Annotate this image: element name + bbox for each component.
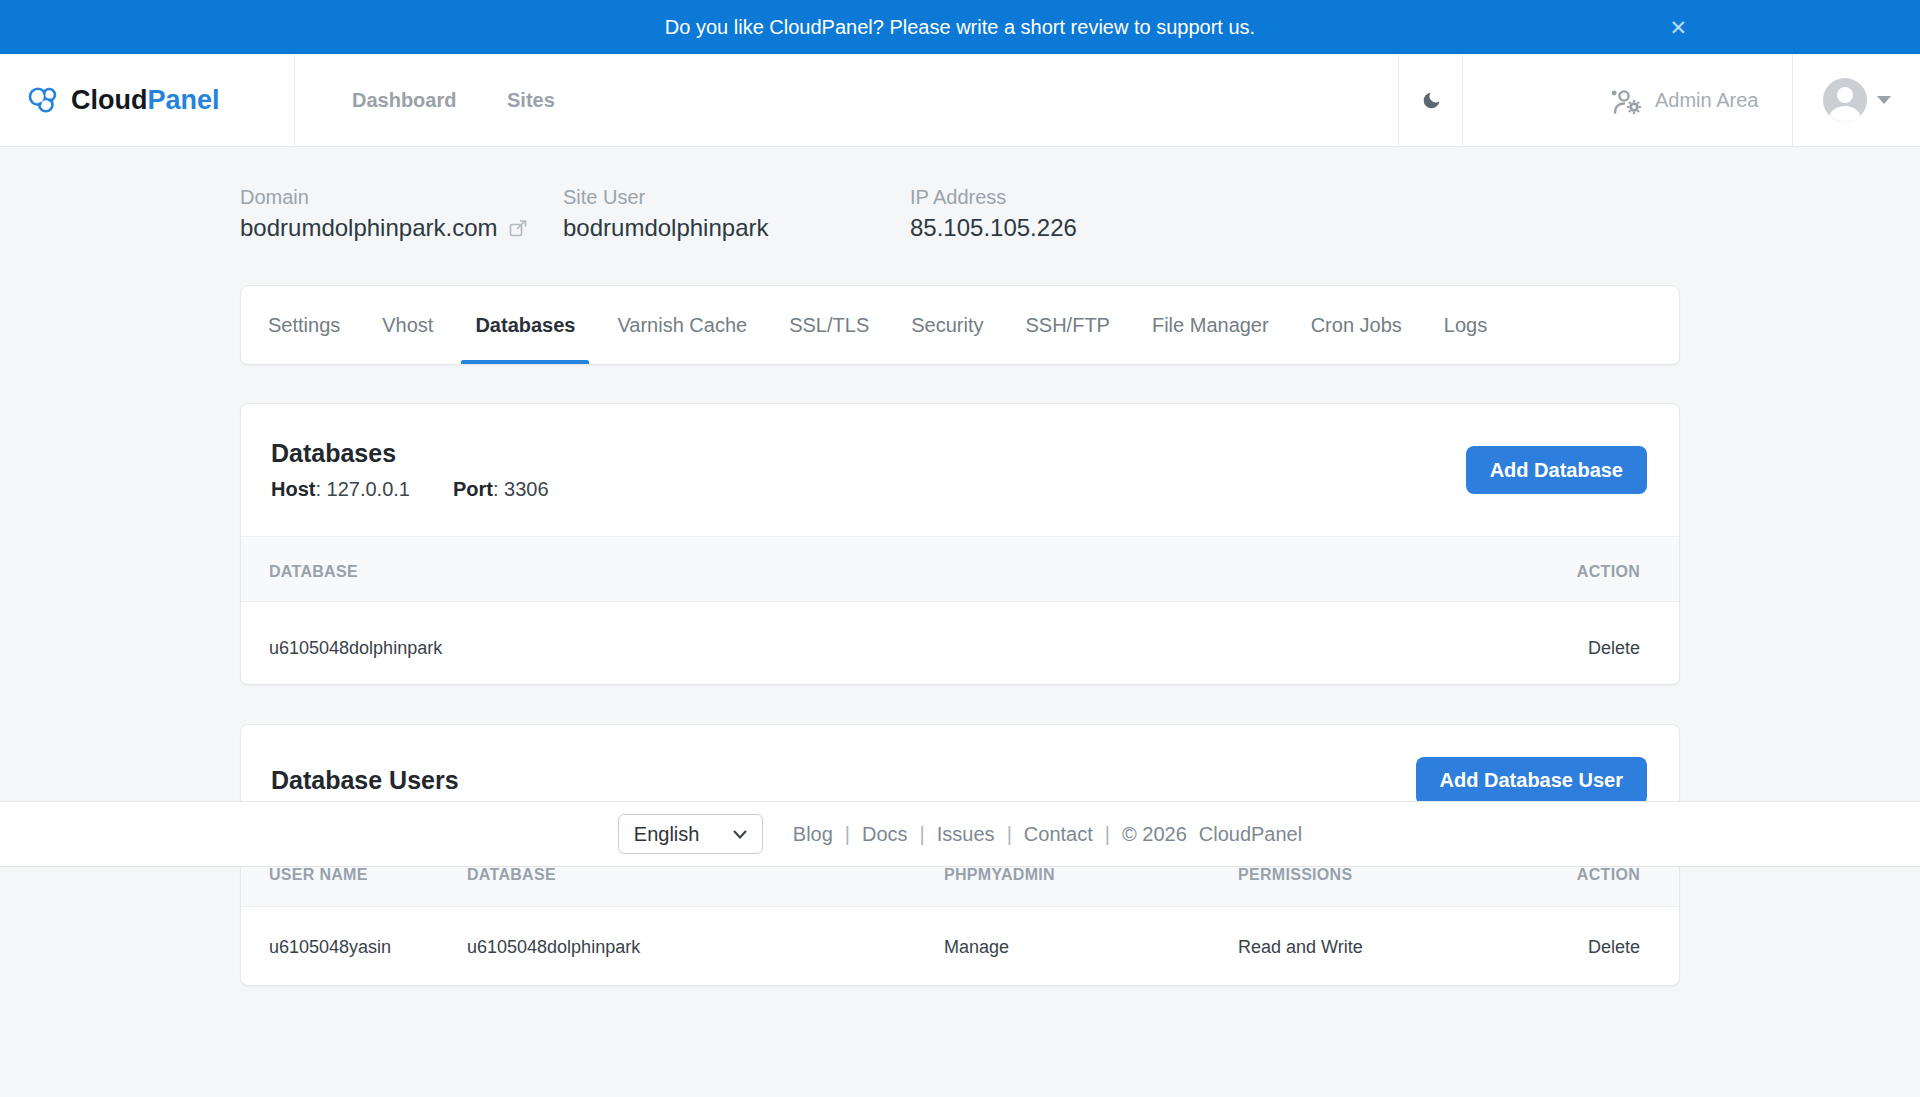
tab-vhost[interactable]: Vhost	[368, 286, 447, 364]
col-permissions: PERMISSIONS	[1238, 866, 1577, 884]
header-divider	[1792, 54, 1793, 146]
database-name: u6105048dolphinpark	[269, 638, 1588, 659]
delete-database-user-link[interactable]: Delete	[1588, 937, 1640, 958]
col-phpmyadmin: PHPMYADMIN	[944, 866, 1238, 884]
add-database-button[interactable]: Add Database	[1466, 446, 1647, 494]
site-user-label: Site User	[563, 185, 910, 209]
footer-link-docs[interactable]: Docs	[862, 823, 908, 846]
header-divider	[294, 54, 295, 146]
col-user-name: USER NAME	[269, 866, 467, 884]
tab-logs[interactable]: Logs	[1430, 286, 1501, 364]
top-header: CloudPanel Dashboard Sites Admin Area	[0, 54, 1920, 147]
delete-database-link[interactable]: Delete	[1588, 638, 1640, 659]
site-info: Domain bodrumdolphinpark.com Site User b…	[240, 185, 1680, 242]
tab-ssh-ftp[interactable]: SSH/FTP	[1011, 286, 1123, 364]
user-name: u6105048yasin	[269, 937, 467, 958]
tab-file-manager[interactable]: File Manager	[1138, 286, 1283, 364]
page-footer: English Blog | Docs | Issues | Contact | © 2…	[0, 801, 1920, 867]
domain-label: Domain	[240, 185, 563, 209]
databases-card: Databases Host: 127.0.0.1Port: 3306 Add …	[240, 403, 1680, 685]
databases-table-header: DATABASE ACTION	[241, 537, 1679, 602]
cloudpanel-logo[interactable]: CloudPanel	[27, 54, 220, 146]
chevron-down-icon	[1877, 96, 1891, 104]
footer-link-blog[interactable]: Blog	[793, 823, 833, 846]
tab-ssl-tls[interactable]: SSL/TLS	[775, 286, 883, 364]
chevron-down-icon	[733, 830, 747, 839]
col-action: ACTION	[1577, 866, 1640, 884]
user-menu[interactable]	[1823, 54, 1891, 146]
separator: |	[1105, 823, 1110, 846]
external-link-icon[interactable]	[509, 219, 527, 237]
user-permissions: Read and Write	[1238, 937, 1588, 958]
phpmyadmin-manage-link[interactable]: Manage	[944, 937, 1238, 958]
footer-link-contact[interactable]: Contact	[1024, 823, 1093, 846]
database-users-title: Database Users	[271, 766, 459, 795]
review-banner-message: Do you like CloudPanel? Please write a s…	[665, 16, 1255, 39]
tab-security[interactable]: Security	[897, 286, 997, 364]
review-banner: Do you like CloudPanel? Please write a s…	[0, 0, 1920, 54]
admin-area-button[interactable]: Admin Area	[1610, 54, 1758, 146]
footer-brand[interactable]: CloudPanel	[1199, 823, 1302, 846]
moon-icon	[1421, 90, 1442, 111]
brand-name: CloudPanel	[71, 85, 220, 116]
footer-links: Blog | Docs | Issues | Contact | © 2026 Clou…	[793, 823, 1302, 846]
header-divider	[1398, 54, 1399, 146]
tab-cron-jobs[interactable]: Cron Jobs	[1297, 286, 1416, 364]
users-gear-icon	[1610, 87, 1642, 114]
tab-varnish-cache[interactable]: Varnish Cache	[603, 286, 761, 364]
avatar	[1823, 78, 1867, 122]
user-database: u6105048dolphinpark	[467, 937, 944, 958]
domain-value: bodrumdolphinpark.com	[240, 213, 497, 242]
copyright: © 2026	[1122, 823, 1187, 846]
cloud-logo-icon	[27, 85, 61, 115]
language-select[interactable]: English	[618, 814, 763, 854]
admin-area-label: Admin Area	[1655, 89, 1758, 112]
close-icon[interactable]: ✕	[1669, 17, 1687, 38]
host-port-line: Host: 127.0.0.1Port: 3306	[271, 478, 549, 501]
site-user-value: bodrumdolphinpark	[563, 213, 768, 242]
ip-address-value: 85.105.105.226	[910, 213, 1077, 242]
dark-mode-toggle[interactable]	[1412, 54, 1450, 146]
col-database: DATABASE	[269, 563, 1577, 581]
footer-link-issues[interactable]: Issues	[937, 823, 995, 846]
separator: |	[845, 823, 850, 846]
header-divider	[1462, 54, 1463, 146]
nav-sites[interactable]: Sites	[507, 54, 555, 146]
ip-address-label: IP Address	[910, 185, 1077, 209]
language-value: English	[634, 823, 700, 846]
site-tabs: Settings Vhost Databases Varnish Cache S…	[240, 285, 1680, 365]
add-database-user-button[interactable]: Add Database User	[1416, 757, 1647, 805]
nav-dashboard[interactable]: Dashboard	[352, 54, 456, 146]
col-action: ACTION	[1577, 563, 1640, 581]
separator: |	[1007, 823, 1012, 846]
database-row: u6105048dolphinpark Delete	[241, 602, 1679, 684]
separator: |	[920, 823, 925, 846]
database-user-row: u6105048yasin u6105048dolphinpark Manage…	[241, 907, 1679, 985]
databases-title: Databases	[271, 439, 549, 468]
col-database: DATABASE	[467, 866, 944, 884]
tab-databases[interactable]: Databases	[461, 286, 589, 364]
tab-settings[interactable]: Settings	[254, 286, 354, 364]
